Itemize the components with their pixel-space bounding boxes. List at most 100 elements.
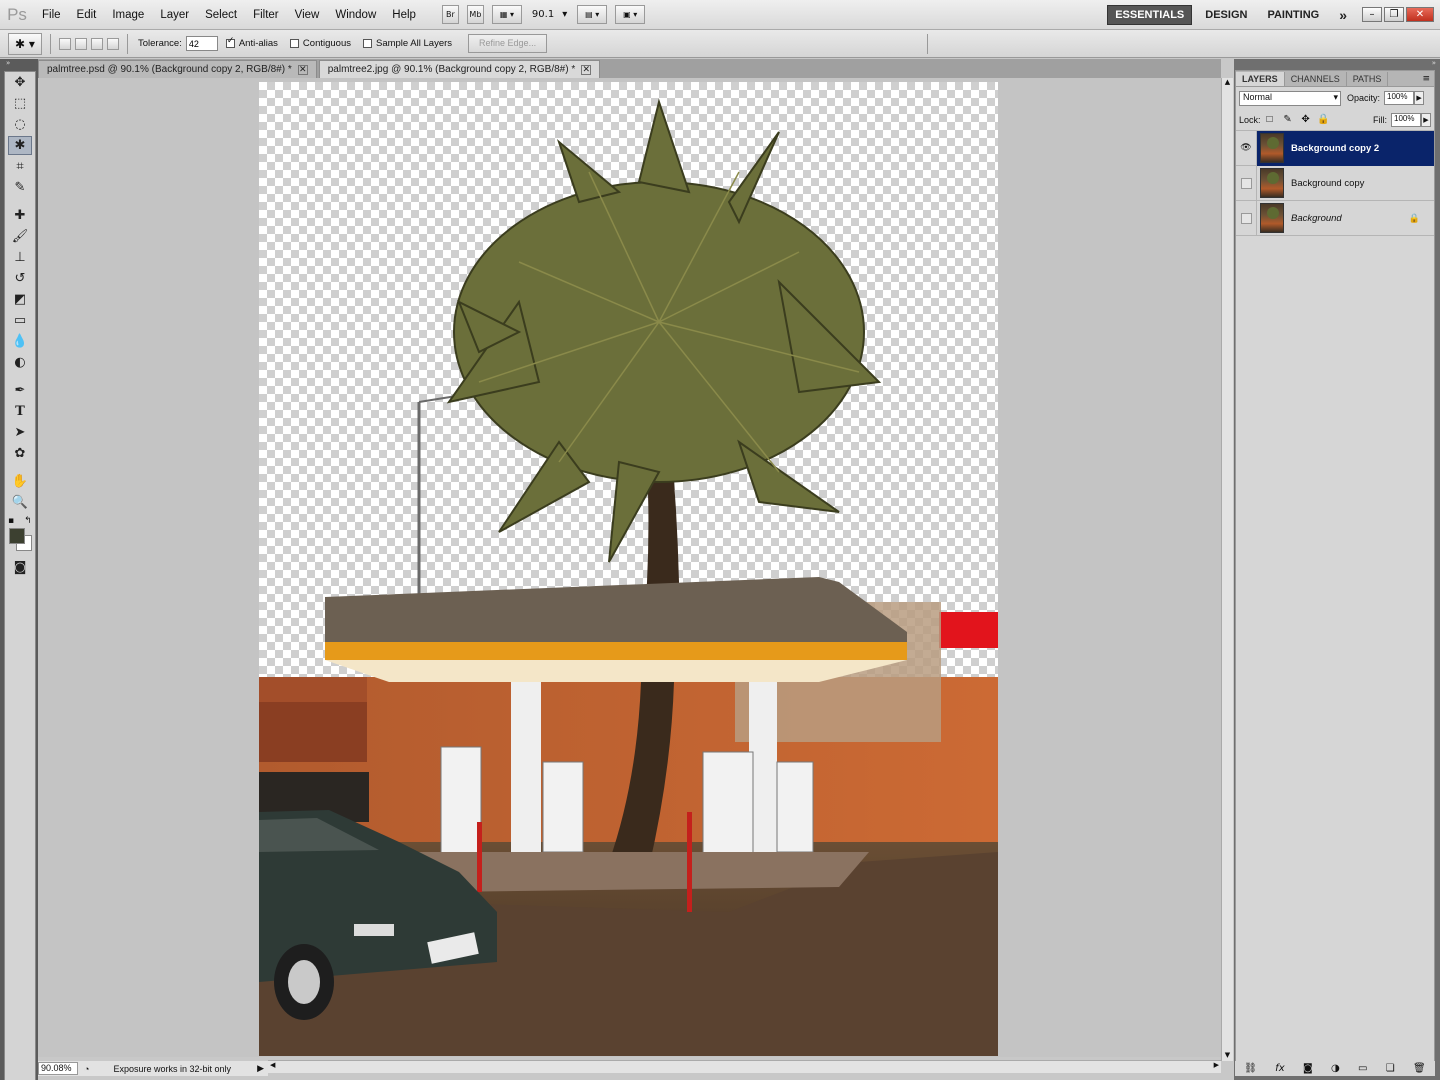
eraser-tool-icon[interactable]: ◩ (8, 290, 32, 309)
scroll-right-icon[interactable]: ▶ (1214, 1061, 1219, 1069)
lock-pixels-icon[interactable]: ✎ (1282, 114, 1294, 126)
panel-menu-icon[interactable]: ≡ (1418, 74, 1434, 86)
add-mask-icon[interactable]: ◙ (1303, 1063, 1313, 1074)
zoom-percent-field[interactable]: 90.08% (38, 1062, 78, 1075)
menu-window[interactable]: Window (327, 9, 384, 21)
gradient-tool-icon[interactable]: ▭ (8, 311, 32, 330)
lock-position-icon[interactable]: ✥ (1300, 114, 1312, 126)
vertical-scrollbar[interactable]: ▲ ▼ (1221, 78, 1233, 1061)
screen-mode-dropdown[interactable]: ▣ ▾ (615, 5, 646, 24)
canvas-area[interactable] (38, 78, 1221, 1057)
path-selection-icon[interactable]: ➤ (8, 423, 32, 442)
antialias-checkbox[interactable] (225, 36, 235, 48)
magic-wand-tool-icon[interactable]: ✱ (8, 136, 32, 155)
layer-row[interactable]: Background copy (1236, 165, 1434, 201)
zoom-tool-icon[interactable]: 🔍 (8, 493, 32, 512)
lock-transparent-icon[interactable]: □ (1264, 114, 1276, 126)
delete-layer-icon[interactable]: 🗑 (1413, 1063, 1426, 1074)
lasso-tool-icon[interactable]: ◌ (8, 115, 32, 134)
tab-channels[interactable]: CHANNELS (1285, 72, 1347, 86)
refine-edge-button[interactable]: Refine Edge... (468, 34, 548, 53)
tab-paths[interactable]: PATHS (1347, 72, 1389, 86)
shape-tool-icon[interactable]: ✿ (8, 444, 32, 463)
status-menu-arrow-icon[interactable]: ▶ (257, 1063, 264, 1074)
restore-button[interactable]: ❐ (1384, 7, 1404, 22)
workspace-design[interactable]: DESIGN (1198, 6, 1254, 24)
swap-colors-icon[interactable]: ↰ (24, 516, 32, 526)
status-info-icon[interactable]: ◔ (84, 1064, 89, 1074)
add-to-selection-button[interactable] (75, 37, 87, 50)
layer-row[interactable]: 👁 Background copy 2 (1236, 130, 1434, 166)
collapse-icon[interactable]: » (0, 59, 38, 69)
crop-tool-icon[interactable]: ⌗ (8, 157, 32, 176)
new-layer-icon[interactable]: ❏ (1386, 1063, 1395, 1074)
bridge-button[interactable]: Br (441, 5, 459, 24)
menu-edit[interactable]: Edit (69, 9, 105, 21)
collapse-panel-icon[interactable]: » (1234, 59, 1440, 69)
menu-file[interactable]: File (34, 9, 69, 21)
layer-style-icon[interactable]: fx (1275, 1063, 1284, 1074)
visibility-eye-icon[interactable]: 👁 (1236, 130, 1257, 166)
document-canvas[interactable] (259, 82, 998, 1056)
new-selection-button[interactable] (59, 37, 71, 50)
more-workspaces-button[interactable]: » (1332, 4, 1354, 26)
foreground-color-swatch[interactable] (9, 528, 25, 544)
menu-help[interactable]: Help (384, 9, 424, 21)
move-tool-icon[interactable]: ✥ (8, 73, 32, 92)
history-brush-icon[interactable]: ↺ (8, 269, 32, 288)
zoom-level-dropdown[interactable]: 90.1 ▾ (532, 9, 567, 20)
menu-view[interactable]: View (287, 9, 328, 21)
workspace-painting[interactable]: PAINTING (1260, 6, 1326, 24)
workspace-essentials[interactable]: ESSENTIALS (1107, 4, 1193, 25)
healing-brush-icon[interactable]: ✚ (8, 206, 32, 225)
opacity-input[interactable]: 100% (1384, 91, 1415, 105)
layer-name: Background (1291, 212, 1342, 224)
subtract-from-selection-button[interactable] (91, 37, 103, 50)
hand-tool-icon[interactable]: ✋ (8, 472, 32, 491)
intersect-selection-button[interactable] (107, 37, 119, 50)
menu-layer[interactable]: Layer (152, 9, 197, 21)
adjustment-layer-icon[interactable]: ◑ (1331, 1063, 1340, 1074)
type-tool-icon[interactable]: T (8, 402, 32, 421)
minimize-button[interactable]: – (1362, 7, 1382, 22)
link-layers-icon[interactable]: ⛓ (1244, 1063, 1257, 1074)
close-icon[interactable]: ✕ (297, 64, 308, 75)
minibridge-button[interactable]: Mb (466, 5, 484, 24)
contiguous-checkbox[interactable] (289, 39, 299, 48)
scroll-down-icon[interactable]: ▼ (1222, 1051, 1233, 1059)
clone-stamp-icon[interactable]: ⊥ (8, 248, 32, 267)
lock-all-icon[interactable]: 🔒 (1317, 114, 1329, 126)
visibility-toggle[interactable] (1240, 177, 1252, 189)
scroll-up-icon[interactable]: ▲ (1222, 78, 1233, 86)
eyedropper-tool-icon[interactable]: ✎ (8, 178, 32, 197)
tab-palmtree2-jpg[interactable]: palmtree2.jpg @ 90.1% (Background copy 2… (318, 60, 601, 78)
tab-layers[interactable]: LAYERS (1236, 72, 1285, 86)
blur-tool-icon[interactable]: 💧 (8, 332, 32, 351)
tab-palmtree-psd[interactable]: palmtree.psd @ 90.1% (Background copy 2,… (38, 60, 317, 78)
default-colors-icon[interactable]: ▪ (8, 516, 14, 526)
menu-select[interactable]: Select (197, 9, 245, 21)
scroll-left-icon[interactable]: ◀ (270, 1061, 275, 1069)
fill-slider-arrow-icon[interactable]: ▶ (1421, 112, 1431, 127)
arrange-documents-dropdown[interactable]: ▤ ▾ (577, 5, 608, 24)
menu-filter[interactable]: Filter (245, 9, 287, 21)
close-button[interactable]: ✕ (1406, 7, 1434, 22)
dodge-tool-icon[interactable]: ◐ (8, 353, 32, 372)
marquee-tool-icon[interactable]: ⬚ (8, 94, 32, 113)
sample-all-layers-checkbox[interactable] (362, 39, 372, 48)
horizontal-scrollbar[interactable]: ◀ ▶ (268, 1060, 1221, 1073)
visibility-toggle[interactable] (1240, 212, 1252, 224)
blend-mode-select[interactable]: Normal (1239, 90, 1341, 106)
brush-tool-icon[interactable]: 🖌 (8, 227, 32, 246)
layer-row[interactable]: Background 🔒 (1236, 200, 1434, 236)
close-icon[interactable]: ✕ (581, 64, 592, 75)
view-extras-dropdown[interactable]: ▦ ▾ (491, 5, 522, 24)
tolerance-input[interactable] (185, 36, 218, 51)
opacity-slider-arrow-icon[interactable]: ▶ (1414, 91, 1425, 105)
new-group-icon[interactable]: ▭ (1358, 1063, 1367, 1074)
fill-input[interactable]: 100% (1391, 112, 1421, 127)
tool-preset-picker[interactable]: ✱ ▾ (8, 32, 42, 55)
pen-tool-icon[interactable]: ✒ (8, 381, 32, 400)
menu-image[interactable]: Image (104, 9, 152, 21)
quick-mask-icon[interactable]: ◙ (8, 558, 32, 577)
